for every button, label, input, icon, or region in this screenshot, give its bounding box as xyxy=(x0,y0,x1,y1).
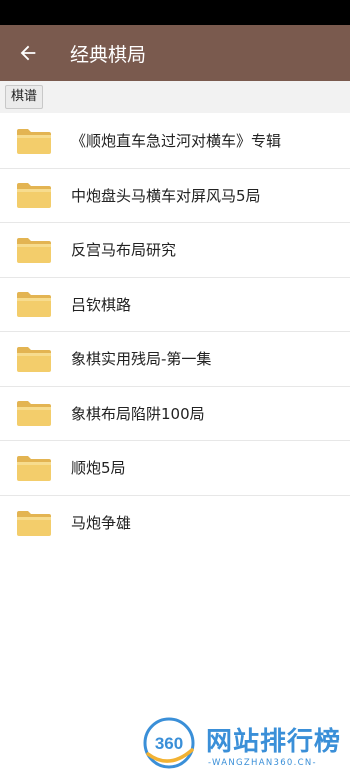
folder-list: 《顺炮直车急过河对横车》专辑 中炮盘头马横车对屏风马5局 反宫马布局研究 吕钦棋路象棋… xyxy=(0,114,350,550)
folder-icon xyxy=(17,401,51,427)
folder-icon xyxy=(17,510,51,536)
app-bar: 经典棋局 xyxy=(0,25,350,81)
watermark-logo-icon: 360 xyxy=(143,717,195,769)
folder-item[interactable]: 中炮盘头马横车对屏风马5局 xyxy=(0,168,350,223)
breadcrumb-item-qipu[interactable]: 棋谱 xyxy=(5,85,44,109)
folder-icon xyxy=(17,455,51,481)
folder-item[interactable]: 象棋实用残局-第一集 xyxy=(0,332,350,387)
folder-item[interactable]: 吕钦棋路 xyxy=(0,277,350,332)
watermark-logo-text: 360 xyxy=(155,734,183,753)
folder-name: 吕钦棋路 xyxy=(71,295,132,314)
folder-icon xyxy=(17,237,51,263)
breadcrumb: 棋谱 xyxy=(0,81,350,113)
folder-icon xyxy=(17,292,51,318)
folder-name: 顺炮5局 xyxy=(71,459,126,478)
page-title: 经典棋局 xyxy=(70,43,147,66)
folder-item[interactable]: 象棋布局陷阱100局 xyxy=(0,386,350,441)
back-button[interactable] xyxy=(0,25,56,81)
folder-icon xyxy=(17,128,51,154)
arrow-left-icon xyxy=(20,45,36,61)
status-bar xyxy=(0,0,350,25)
folder-name: 象棋布局陷阱100局 xyxy=(71,404,205,423)
watermark: 360 网站排行榜 -WANGZHAN360.CN- xyxy=(130,712,345,774)
folder-name: 马炮争雄 xyxy=(71,514,132,533)
watermark-title: 网站排行榜 xyxy=(206,727,342,757)
folder-name: 《顺炮直车急过河对横车》专辑 xyxy=(71,132,282,151)
folder-item[interactable]: 马炮争雄 xyxy=(0,495,350,550)
folder-name: 中炮盘头马横车对屏风马5局 xyxy=(71,186,261,205)
watermark-subtitle: -WANGZHAN360.CN- xyxy=(208,758,317,768)
folder-name: 象棋实用残局-第一集 xyxy=(71,350,212,369)
folder-item[interactable]: 《顺炮直车急过河对横车》专辑 xyxy=(0,114,350,169)
folder-item[interactable]: 反宫马布局研究 xyxy=(0,223,350,278)
folder-icon xyxy=(17,183,51,209)
folder-name: 反宫马布局研究 xyxy=(71,241,177,260)
folder-item[interactable]: 顺炮5局 xyxy=(0,441,350,496)
folder-icon xyxy=(17,346,51,372)
